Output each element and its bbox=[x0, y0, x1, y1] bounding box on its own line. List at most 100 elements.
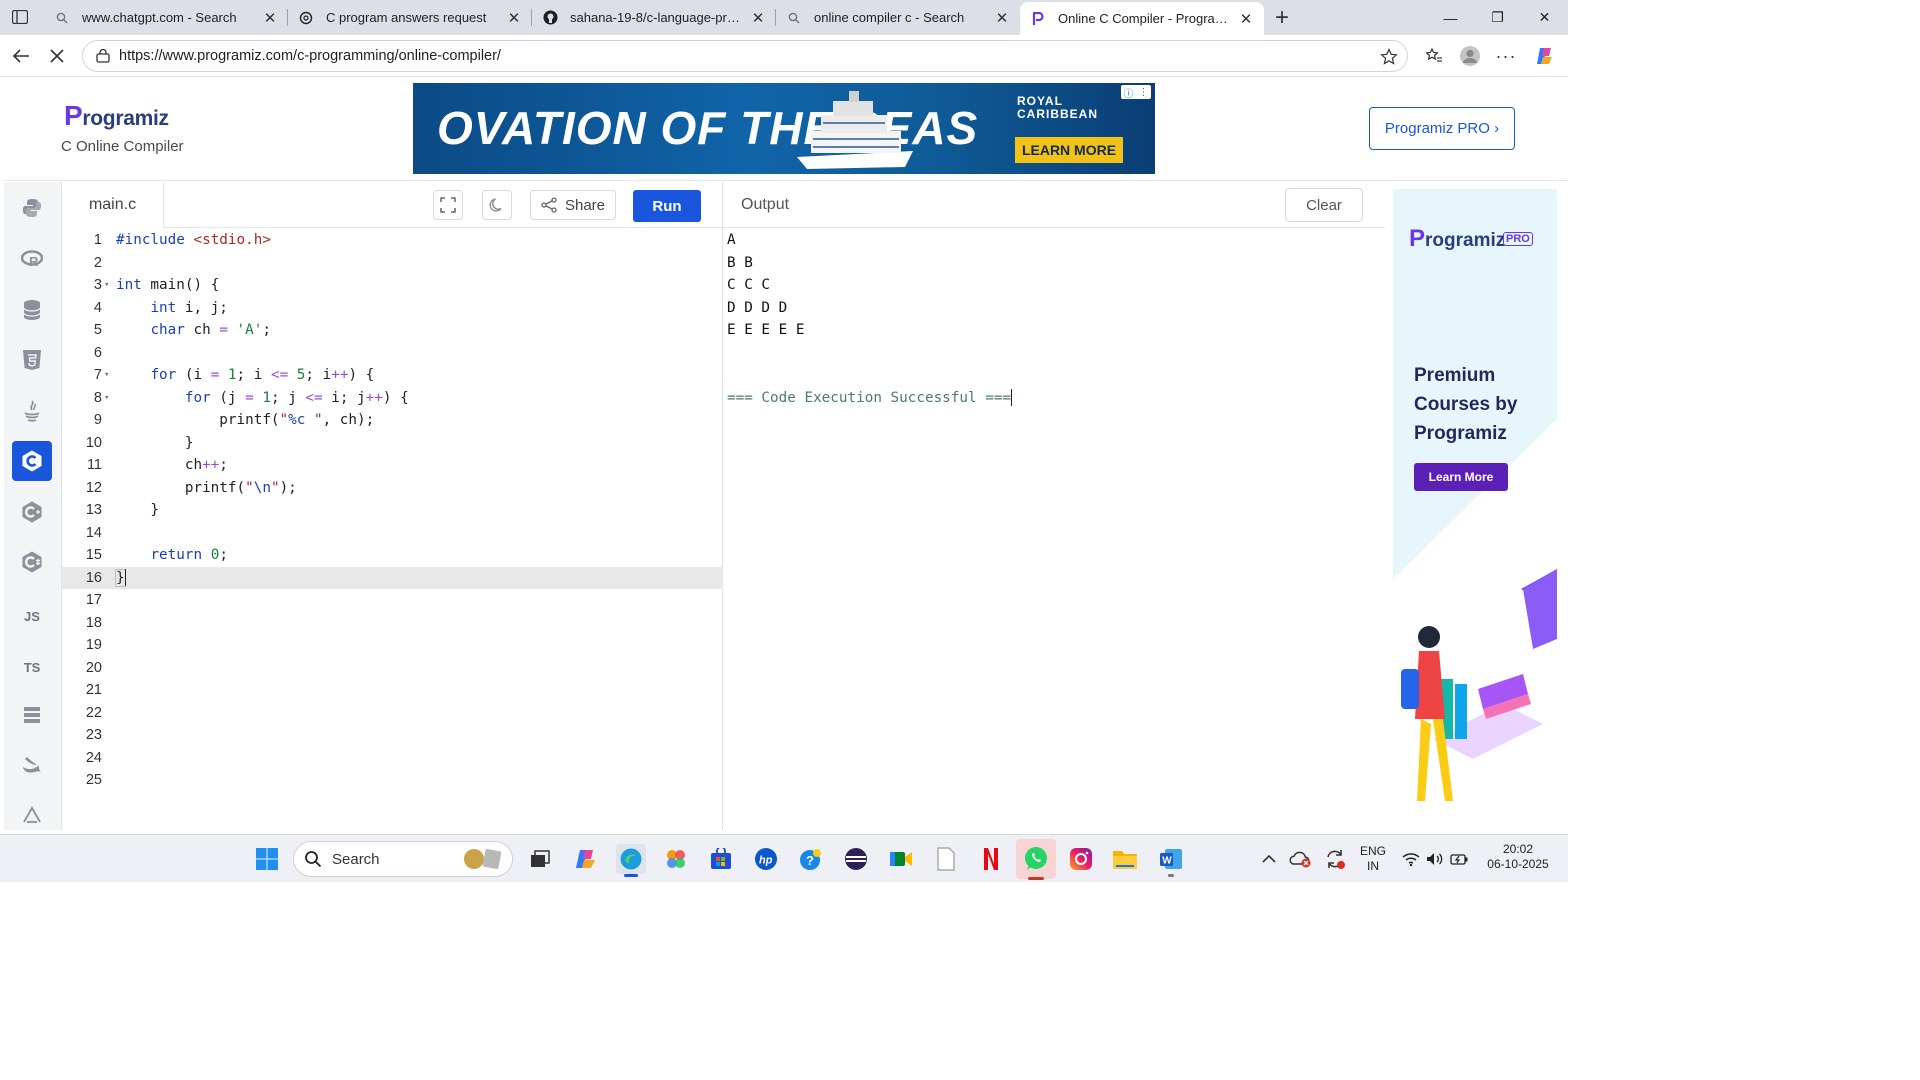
r-language-icon[interactable]: R bbox=[12, 239, 52, 279]
eclipse-icon[interactable] bbox=[841, 844, 871, 874]
ad-learn-more-button[interactable]: LEARN MORE bbox=[1015, 137, 1123, 163]
java-icon[interactable] bbox=[12, 391, 52, 431]
instagram-icon[interactable] bbox=[1066, 844, 1096, 874]
programiz-pro-button[interactable]: Programiz PRO › bbox=[1369, 107, 1515, 150]
fold-arrow-icon[interactable]: ▾ bbox=[102, 393, 116, 403]
favorites-icon[interactable] bbox=[1421, 43, 1447, 69]
go-icon[interactable] bbox=[12, 695, 52, 735]
address-bar[interactable]: https://www.programiz.com/c-programming/… bbox=[82, 40, 1408, 72]
netflix-icon[interactable] bbox=[976, 844, 1006, 874]
close-tab-icon[interactable]: ✕ bbox=[994, 10, 1010, 27]
python-icon[interactable] bbox=[12, 188, 52, 228]
output-line: A bbox=[727, 232, 736, 248]
page-subtitle: C Online Compiler bbox=[61, 138, 184, 155]
javascript-icon[interactable]: JS bbox=[12, 596, 52, 636]
editor-header: main.c Share Run bbox=[62, 182, 723, 228]
code-line: 4 int i, j; bbox=[93, 299, 228, 316]
edge-browser-icon[interactable] bbox=[616, 844, 646, 877]
get-help-icon[interactable]: ? bbox=[796, 844, 826, 874]
copilot-taskbar-icon[interactable] bbox=[571, 844, 601, 874]
windows-start-icon[interactable] bbox=[252, 844, 282, 874]
browser-tab[interactable]: C program answers request ✕ bbox=[288, 0, 532, 35]
input-language-indicator[interactable]: ENG IN bbox=[1356, 844, 1390, 874]
side-ad[interactable]: Programiz PRO Premium Courses by Program… bbox=[1393, 189, 1557, 801]
browser-tab[interactable]: sahana-19-8/c-language-program ✕ bbox=[532, 0, 776, 35]
code-line: 12 printf("\n"); bbox=[85, 479, 297, 496]
file-explorer-icon[interactable] bbox=[1110, 844, 1140, 874]
close-tab-icon[interactable]: ✕ bbox=[262, 10, 278, 27]
code-line: 14 bbox=[85, 524, 102, 541]
site-info-icon[interactable] bbox=[95, 48, 111, 64]
code-line: 6 bbox=[93, 344, 102, 361]
word-icon[interactable]: W bbox=[1156, 844, 1186, 877]
code-area[interactable]: 1 #include <stdio.h> 2 3 ▾ int main() { 4 i… bbox=[62, 229, 723, 792]
onedrive-icon[interactable] bbox=[1286, 844, 1316, 874]
ad-info-icon[interactable]: ⓘ ⋮ bbox=[1121, 85, 1151, 100]
fullscreen-icon[interactable] bbox=[433, 190, 463, 220]
tab-title: sahana-19-8/c-language-program bbox=[570, 10, 744, 25]
more-options-icon[interactable]: ··· bbox=[1493, 43, 1519, 69]
html5-icon[interactable] bbox=[12, 340, 52, 380]
battery-icon[interactable] bbox=[1444, 844, 1474, 874]
file-tab[interactable]: main.c bbox=[62, 182, 164, 228]
output-console[interactable]: A B B C C C D D D D E E E E E === Code E… bbox=[727, 229, 1013, 409]
whatsapp-icon[interactable] bbox=[1016, 839, 1056, 880]
photos-icon[interactable] bbox=[661, 844, 691, 874]
cpp-icon[interactable] bbox=[12, 492, 52, 532]
csharp-icon[interactable] bbox=[12, 542, 52, 582]
task-view-icon[interactable] bbox=[525, 844, 555, 874]
fold-arrow-icon[interactable]: ▾ bbox=[102, 280, 116, 290]
output-line: E E E E E bbox=[727, 322, 805, 338]
taskbar-search[interactable]: Search bbox=[293, 841, 513, 877]
output-panel: Output Clear A B B C C C D D D D E E E E… bbox=[723, 182, 1385, 830]
copilot-icon[interactable] bbox=[1532, 43, 1558, 69]
swift-icon[interactable] bbox=[12, 745, 52, 785]
database-icon[interactable] bbox=[12, 290, 52, 330]
browser-tab-strip: www.chatgpt.com - Search ✕ C program ans… bbox=[0, 0, 1568, 35]
share-button[interactable]: Share bbox=[530, 190, 616, 220]
close-tab-icon[interactable]: ✕ bbox=[750, 10, 766, 27]
rust-icon[interactable] bbox=[12, 795, 52, 835]
code-line: 25 bbox=[85, 772, 102, 789]
close-tab-icon[interactable]: ✕ bbox=[1238, 11, 1254, 28]
browser-tab-active[interactable]: Online C Compiler - Programiz ✕ bbox=[1020, 2, 1264, 35]
window-controls: ― ❐ ✕ bbox=[1427, 0, 1568, 35]
close-window-icon[interactable]: ✕ bbox=[1521, 0, 1568, 35]
svg-text:?: ? bbox=[806, 853, 814, 868]
microsoft-store-icon[interactable] bbox=[706, 844, 736, 874]
clear-button[interactable]: Clear bbox=[1285, 188, 1363, 222]
programiz-logo[interactable]: Programiz bbox=[64, 100, 169, 132]
clock[interactable]: 20:02 06-10-2025 bbox=[1478, 842, 1558, 872]
dark-mode-icon[interactable] bbox=[482, 190, 512, 220]
side-ad-heading: Premium Courses by Programiz bbox=[1414, 365, 1518, 444]
minimize-icon[interactable]: ― bbox=[1427, 0, 1474, 35]
show-hidden-icons-chevron-icon[interactable] bbox=[1254, 844, 1284, 874]
blank-file-icon[interactable] bbox=[931, 844, 961, 874]
back-arrow-icon[interactable] bbox=[8, 43, 34, 69]
run-button[interactable]: Run bbox=[633, 190, 701, 222]
execution-status: === Code Execution Successful === bbox=[727, 389, 1013, 406]
restore-icon[interactable]: ❐ bbox=[1474, 0, 1521, 35]
code-line: 15 return 0; bbox=[85, 547, 228, 564]
stop-loading-icon[interactable] bbox=[44, 43, 70, 69]
browser-tab[interactable]: online compiler c - Search ✕ bbox=[776, 0, 1020, 35]
ad-banner[interactable]: OVATION OF THE SEAS ROYAL CARIBBEAN LEARN… bbox=[413, 83, 1155, 174]
favorite-star-icon[interactable] bbox=[1379, 47, 1399, 67]
side-ad-learn-more-button[interactable]: Learn More bbox=[1414, 463, 1508, 491]
new-tab-button[interactable]: + bbox=[1264, 0, 1300, 35]
tab-actions-menu-icon[interactable] bbox=[8, 6, 32, 28]
c-language-icon[interactable] bbox=[12, 441, 52, 481]
typescript-icon[interactable]: TS bbox=[12, 647, 52, 687]
close-tab-icon[interactable]: ✕ bbox=[506, 10, 522, 27]
code-line: 2 bbox=[93, 254, 102, 271]
sync-icon[interactable] bbox=[1320, 844, 1350, 874]
profile-avatar-icon[interactable] bbox=[1457, 43, 1483, 69]
fold-arrow-icon[interactable]: ▾ bbox=[102, 370, 116, 380]
share-icon bbox=[541, 197, 557, 213]
code-line: 5 char ch = 'A'; bbox=[93, 322, 271, 339]
code-editor-panel: main.c Share Run 1 #include <stdio.h> 2 3… bbox=[62, 182, 723, 830]
meet-video-icon[interactable] bbox=[886, 844, 916, 874]
browser-tab[interactable]: www.chatgpt.com - Search ✕ bbox=[44, 0, 288, 35]
hp-icon[interactable]: hp bbox=[751, 844, 781, 874]
